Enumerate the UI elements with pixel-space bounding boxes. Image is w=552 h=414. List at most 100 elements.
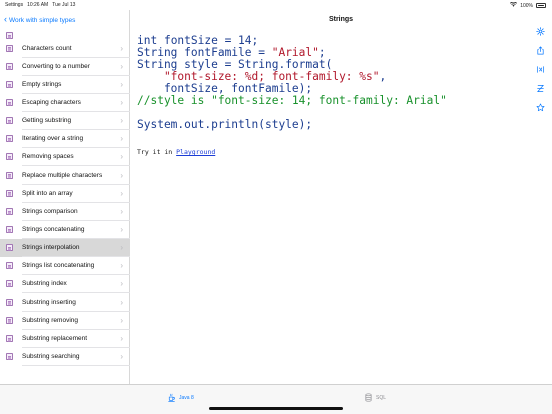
list-item-label: Iterating over a string bbox=[22, 135, 84, 143]
list-item-label: Escaping characters bbox=[22, 98, 81, 106]
list-item-label: Split into an array bbox=[22, 189, 73, 197]
share-button[interactable] bbox=[535, 45, 545, 55]
code-comment: //style is "font-size: 14; font-family: … bbox=[137, 94, 447, 107]
document-icon bbox=[6, 62, 13, 70]
chevron-right-icon: › bbox=[120, 170, 123, 180]
chevron-right-icon: › bbox=[120, 134, 123, 144]
database-icon bbox=[364, 393, 373, 402]
list-item[interactable]: Substring searching › bbox=[0, 347, 130, 366]
back-to-app-link[interactable]: Settings bbox=[5, 2, 23, 8]
list-item-label: Substring inserting bbox=[22, 298, 76, 306]
document-icon bbox=[6, 334, 13, 342]
document-icon bbox=[6, 117, 13, 125]
list-item-label: Strings concatenating bbox=[22, 225, 85, 233]
back-button[interactable]: ‹ Work with simple types bbox=[0, 10, 129, 30]
tab-sql-label: SQL bbox=[376, 394, 387, 401]
list-item[interactable]: Escaping characters › bbox=[0, 93, 130, 112]
tab-java-label: Java 8 bbox=[179, 394, 194, 401]
list-item-label: Strings comparison bbox=[22, 207, 78, 215]
try-it-line: Try it in Playground bbox=[137, 148, 215, 156]
chevron-right-icon: › bbox=[120, 97, 123, 107]
playground-link[interactable]: Playground bbox=[176, 148, 215, 156]
chevron-right-icon: › bbox=[120, 315, 123, 325]
chevron-right-icon: › bbox=[120, 297, 123, 307]
list-item[interactable]: Substring replacement › bbox=[0, 329, 130, 348]
document-icon bbox=[6, 135, 13, 143]
list-item-label: Removing spaces bbox=[22, 153, 74, 161]
list-item-label: Strings interpolation bbox=[22, 244, 80, 252]
list-item[interactable]: Split into an array › bbox=[0, 184, 130, 203]
tab-sql[interactable]: SQL bbox=[364, 393, 386, 402]
code-text: System.out.println(style); bbox=[137, 118, 313, 131]
settings-button[interactable] bbox=[535, 26, 545, 36]
chevron-right-icon: › bbox=[120, 351, 123, 361]
document-icon bbox=[6, 189, 13, 197]
list-item[interactable]: Strings interpolation › bbox=[0, 238, 130, 257]
list-item[interactable]: Strings comparison › bbox=[0, 202, 130, 221]
chevron-right-icon: › bbox=[120, 279, 123, 289]
list-item[interactable]: Substring removing › bbox=[0, 311, 130, 330]
list-item[interactable]: Characters count › bbox=[0, 39, 130, 58]
gear-icon bbox=[535, 26, 545, 36]
document-icon bbox=[6, 98, 13, 106]
battery-percent: 100% bbox=[520, 2, 533, 9]
status-time: 10:26 AM bbox=[27, 2, 49, 8]
list-item[interactable]: Strings concatenating › bbox=[0, 220, 130, 239]
try-it-text: Try it in bbox=[137, 148, 177, 156]
list-item-label: Empty strings bbox=[22, 80, 62, 88]
list-item[interactable]: Iterating over a string › bbox=[0, 130, 130, 148]
sort-button[interactable] bbox=[535, 83, 545, 93]
list-item-label: Substring searching bbox=[22, 352, 80, 360]
list-item[interactable]: Removing spaces › bbox=[0, 148, 130, 167]
sidebar: ‹ Work with simple types Characters coun… bbox=[0, 10, 130, 384]
chevron-left-icon: ‹ bbox=[4, 14, 7, 24]
page-title: Strings bbox=[328, 16, 354, 23]
wifi-icon bbox=[510, 1, 518, 9]
java-cup-icon bbox=[167, 393, 176, 402]
collapse-arrows-icon bbox=[536, 65, 544, 73]
document-icon bbox=[6, 298, 13, 306]
chevron-right-icon: › bbox=[120, 261, 123, 271]
list-item-label: Replace multiple characters bbox=[22, 171, 103, 179]
chevron-right-icon: › bbox=[120, 116, 123, 126]
list-item[interactable]: Substring inserting › bbox=[0, 293, 130, 312]
document-icon bbox=[6, 44, 13, 52]
list-item-label: Strings list concatenating bbox=[22, 262, 95, 270]
chevron-right-icon: › bbox=[120, 43, 123, 53]
share-icon bbox=[536, 45, 544, 54]
document-icon bbox=[6, 171, 13, 179]
list-item-label: Getting substring bbox=[22, 117, 72, 125]
list-item-label: Substring removing bbox=[22, 316, 78, 324]
sort-icon bbox=[536, 84, 544, 92]
list-item[interactable]: Strings list concatenating › bbox=[0, 257, 130, 275]
list-item[interactable]: Getting substring › bbox=[0, 112, 130, 130]
chevron-right-icon: › bbox=[120, 152, 123, 162]
favorite-button[interactable] bbox=[535, 102, 545, 112]
list-item-label: Substring replacement bbox=[22, 334, 88, 342]
collapse-button[interactable] bbox=[535, 64, 545, 74]
list-item-label: Substring index bbox=[22, 280, 67, 288]
list-item-partial[interactable] bbox=[0, 30, 130, 39]
code-text: , bbox=[379, 70, 387, 83]
toolbar bbox=[534, 26, 546, 121]
main-content: Strings int fontSize = 14; String fontFa… bbox=[130, 10, 552, 384]
back-button-label: Work with simple types bbox=[9, 16, 76, 24]
chevron-right-icon: › bbox=[120, 206, 123, 216]
document-icon bbox=[6, 352, 13, 360]
tab-java[interactable]: Java 8 bbox=[167, 393, 194, 402]
document-icon bbox=[6, 244, 13, 252]
chevron-right-icon: › bbox=[120, 61, 123, 71]
list-item[interactable]: Empty strings › bbox=[0, 75, 130, 94]
list-item-label: Characters count bbox=[22, 44, 72, 52]
list-item[interactable]: Substring index › bbox=[0, 275, 130, 294]
document-icon bbox=[6, 207, 13, 215]
chevron-right-icon: › bbox=[120, 224, 123, 234]
home-indicator bbox=[209, 407, 343, 410]
status-bar: Settings 10:26 AM Tue Jul 13 100% bbox=[0, 0, 552, 10]
list-item[interactable]: Replace multiple characters › bbox=[0, 166, 130, 185]
list-item[interactable]: Converting to a number › bbox=[0, 57, 130, 76]
document-icon bbox=[6, 280, 13, 288]
chevron-right-icon: › bbox=[120, 79, 123, 89]
document-icon bbox=[6, 153, 13, 161]
battery-icon bbox=[536, 3, 546, 8]
